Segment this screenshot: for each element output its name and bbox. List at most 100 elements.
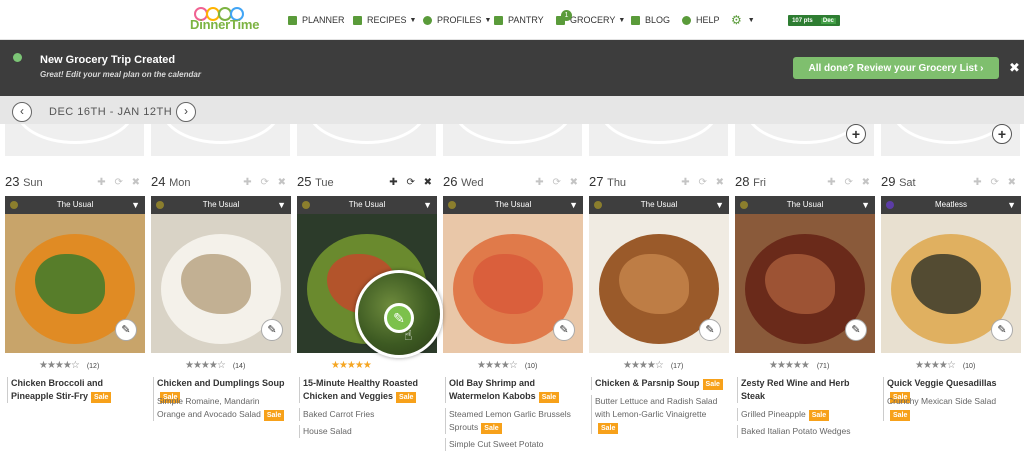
- recipe-photo[interactable]: ✎: [443, 214, 583, 353]
- previous-day-cell: [151, 124, 290, 156]
- star-rating[interactable]: ★★★★☆ (10): [477, 360, 537, 371]
- meal-type-dot: [156, 201, 164, 209]
- chevron-down-icon: ▼: [409, 16, 417, 24]
- top-navigation: DinnerTime PLANNER RECIPES ▼ PROFILES ▼ PA…: [0, 0, 1024, 40]
- main-recipe[interactable]: 15-Minute Healthy Roasted Chicken and Ve…: [299, 377, 433, 403]
- nav-settings[interactable]: ⚙ ▼: [731, 13, 755, 27]
- day-actions[interactable]: ✚ ⟳ ✖: [389, 177, 435, 188]
- sale-badge: Sale: [598, 423, 619, 434]
- nav-pantry[interactable]: PANTRY: [494, 13, 544, 27]
- nav-help[interactable]: HELP: [682, 13, 720, 27]
- plate-placeholder: [453, 124, 573, 144]
- points-month: Dec: [820, 17, 836, 24]
- meal-type-label: The Usual: [494, 200, 532, 209]
- pencil-icon[interactable]: ✎: [261, 319, 283, 341]
- side-dish-name: Simple Romaine, Mandarin Orange and Avoc…: [157, 396, 261, 419]
- day-date: 26 Wed: [443, 174, 484, 189]
- star-rating[interactable]: ★★★★★ (71): [769, 360, 829, 371]
- meal-type-label: The Usual: [56, 200, 94, 209]
- pencil-icon[interactable]: ✎: [845, 319, 867, 341]
- side-dish[interactable]: Crunchy Mexican Side Salad Sale: [883, 395, 1017, 421]
- day-date: 24 Mon: [151, 174, 191, 189]
- day-actions[interactable]: ✚ ⟳ ✖: [681, 177, 727, 188]
- side-dish-name: Simple Cut Sweet Potato: [449, 439, 544, 449]
- meal-type-dropdown[interactable]: The Usual ▼: [5, 196, 145, 214]
- day-actions[interactable]: ✚ ⟳ ✖: [243, 177, 289, 188]
- nav-profiles[interactable]: PROFILES ▼: [423, 13, 491, 27]
- chevron-down-icon: ▼: [747, 16, 755, 24]
- day-header: 27 Thu ✚ ⟳ ✖: [589, 172, 729, 192]
- star-rating[interactable]: ★★★★☆ (10): [915, 360, 975, 371]
- side-dish-name: Crunchy Mexican Side Salad: [887, 396, 997, 406]
- prev-week-button[interactable]: ‹: [12, 102, 32, 122]
- meal-type-dropdown[interactable]: The Usual ▼: [443, 196, 583, 214]
- nav-blog-label: BLOG: [645, 15, 671, 25]
- day-actions[interactable]: ✚ ⟳ ✖: [827, 177, 873, 188]
- main-recipe[interactable]: Zesty Red Wine and Herb Steak: [737, 377, 871, 403]
- recipe-photo[interactable]: ✎: [5, 214, 145, 353]
- previous-day-cell: +: [735, 124, 874, 156]
- side-dish[interactable]: House Salad: [299, 425, 433, 438]
- meal-type-label: The Usual: [640, 200, 678, 209]
- star-rating[interactable]: ★★★★★: [331, 360, 372, 371]
- pencil-icon[interactable]: ✎: [115, 319, 137, 341]
- day-number: 27: [589, 174, 604, 189]
- chevron-down-icon: ▼: [1007, 200, 1016, 210]
- add-meal-icon[interactable]: +: [846, 124, 866, 144]
- day-actions[interactable]: ✚ ⟳ ✖: [973, 177, 1019, 188]
- side-dish[interactable]: Butter Lettuce and Radish Salad with Lem…: [591, 395, 725, 434]
- nav-recipes[interactable]: RECIPES ▼: [353, 13, 416, 27]
- recipe-photo[interactable]: ✎: [735, 214, 875, 353]
- side-dish[interactable]: Steamed Lemon Garlic Brussels Sprouts Sal…: [445, 408, 579, 434]
- main-recipe[interactable]: Old Bay Shrimp and Watermelon Kabobs Sale: [445, 377, 579, 403]
- day-header: 26 Wed ✚ ⟳ ✖: [443, 172, 583, 192]
- pencil-icon[interactable]: ✎: [699, 319, 721, 341]
- day-actions[interactable]: ✚ ⟳ ✖: [535, 177, 581, 188]
- points-badge[interactable]: 107 pts Dec: [788, 15, 840, 26]
- side-dish[interactable]: Baked Italian Potato Wedges: [737, 425, 871, 438]
- meal-type-dropdown[interactable]: The Usual ▼: [735, 196, 875, 214]
- recipes-icon: [353, 15, 362, 25]
- nav-help-label: HELP: [696, 15, 720, 25]
- star-rating[interactable]: ★★★★☆ (14): [185, 360, 245, 371]
- chevron-down-icon: ▼: [277, 200, 286, 210]
- chevron-down-icon: ▼: [569, 200, 578, 210]
- star-rating[interactable]: ★★★★☆ (17): [623, 360, 683, 371]
- nav-planner[interactable]: PLANNER: [288, 13, 345, 27]
- recipe-photo[interactable]: ✎: [881, 214, 1021, 353]
- sale-badge: Sale: [396, 392, 417, 403]
- meal-type-label: Meatless: [934, 200, 967, 209]
- side-dish[interactable]: Simple Romaine, Mandarin Orange and Avoc…: [153, 395, 287, 421]
- add-meal-icon[interactable]: +: [992, 124, 1012, 144]
- review-grocery-list-button[interactable]: All done? Review your Grocery List ›: [793, 57, 999, 79]
- meal-type-dropdown[interactable]: Meatless ▼: [881, 196, 1021, 214]
- dinnertime-logo[interactable]: DinnerTime: [188, 6, 259, 36]
- side-dish[interactable]: Grilled Pineapple Sale: [737, 408, 871, 421]
- recipe-photo[interactable]: ✎: [589, 214, 729, 353]
- rating-count: (10): [524, 363, 538, 370]
- day-actions[interactable]: ✚ ⟳ ✖: [97, 177, 143, 188]
- side-dish-name: Steamed Lemon Garlic Brussels Sprouts: [449, 409, 571, 432]
- recipe-photo[interactable]: ✎: [151, 214, 291, 353]
- pencil-icon[interactable]: ✎: [553, 319, 575, 341]
- day-column-fri: 28 Fri ✚ ⟳ ✖ The Usual ▼ ✎ ★★★★★ (71) Zesty Red…: [735, 172, 875, 462]
- rating-count: (14): [232, 363, 246, 370]
- nav-blog[interactable]: BLOG: [631, 13, 670, 27]
- main-recipe[interactable]: Chicken Broccoli and Pineapple Stir-Fry S…: [7, 377, 141, 403]
- previous-day-cell: [297, 124, 436, 156]
- side-dish[interactable]: Baked Carrot Fries: [299, 408, 433, 421]
- day-date: 23 Sun: [5, 174, 43, 189]
- main-recipe[interactable]: Chicken & Parsnip Soup Sale: [591, 377, 725, 390]
- next-week-button[interactable]: ›: [176, 102, 196, 122]
- day-header: 29 Sat ✚ ⟳ ✖: [881, 172, 1021, 192]
- side-dish[interactable]: Simple Cut Sweet Potato: [445, 438, 579, 451]
- pencil-icon[interactable]: ✎: [991, 319, 1013, 341]
- meal-type-dropdown[interactable]: The Usual ▼: [589, 196, 729, 214]
- star-rating[interactable]: ★★★★☆ (12): [39, 360, 99, 371]
- rating-count: (71): [816, 363, 830, 370]
- meal-type-dropdown[interactable]: The Usual ▼: [297, 196, 437, 214]
- meal-type-dropdown[interactable]: The Usual ▼: [151, 196, 291, 214]
- day-number: 23: [5, 174, 20, 189]
- day-header: 25 Tue ✚ ⟳ ✖: [297, 172, 437, 192]
- close-icon[interactable]: ✖: [1009, 60, 1020, 76]
